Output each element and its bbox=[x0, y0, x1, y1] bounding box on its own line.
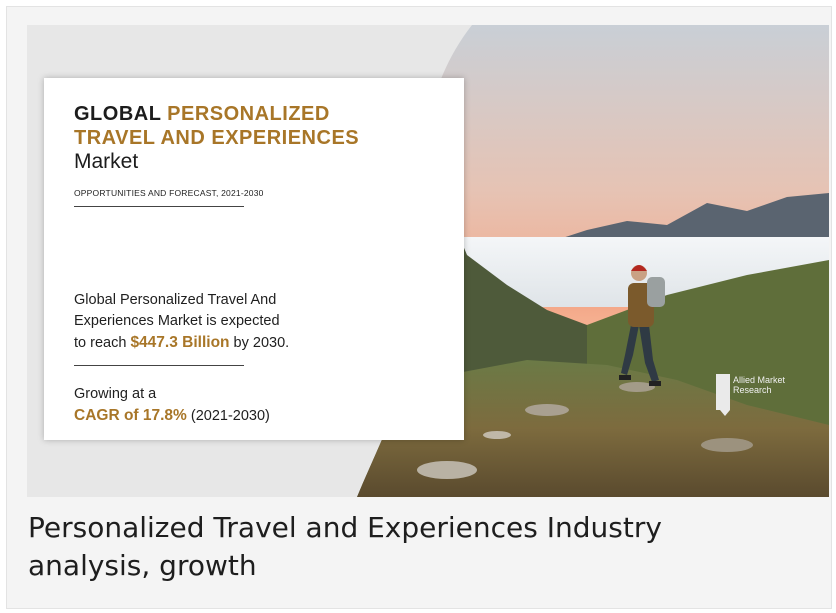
cagr-value: CAGR of 17.8% bbox=[74, 407, 187, 424]
allied-market-research-logo bbox=[716, 374, 730, 416]
banner-title-line-2: TRAVEL AND EXPERIENCES bbox=[74, 127, 360, 149]
title-highlight-1: PERSONALIZED bbox=[167, 103, 330, 125]
banner-subtitle: OPPORTUNITIES AND FORECAST, 2021-2030 bbox=[74, 188, 264, 198]
divider bbox=[74, 365, 244, 366]
market-size-statement: Global Personalized Travel And Experienc… bbox=[74, 292, 290, 351]
market-banner-image[interactable]: GLOBAL PERSONALIZED TRAVEL AND EXPERIENC… bbox=[27, 25, 829, 497]
market-value: $447.3 Billion bbox=[130, 334, 230, 351]
growth-statement: Growing at a CAGR of 17.8% (2021-2030) bbox=[74, 386, 270, 424]
banner-title-line-3: Market bbox=[74, 150, 139, 173]
divider bbox=[74, 206, 244, 207]
logo-text: Allied Market Research bbox=[733, 375, 786, 395]
image-caption: Personalized Travel and Experiences Indu… bbox=[28, 511, 662, 582]
banner-title-line-1: GLOBAL PERSONALIZED bbox=[74, 103, 330, 125]
image-card: GLOBAL PERSONALIZED TRAVEL AND EXPERIENC… bbox=[6, 6, 832, 609]
market-info-panel: GLOBAL PERSONALIZED TRAVEL AND EXPERIENC… bbox=[44, 78, 464, 440]
